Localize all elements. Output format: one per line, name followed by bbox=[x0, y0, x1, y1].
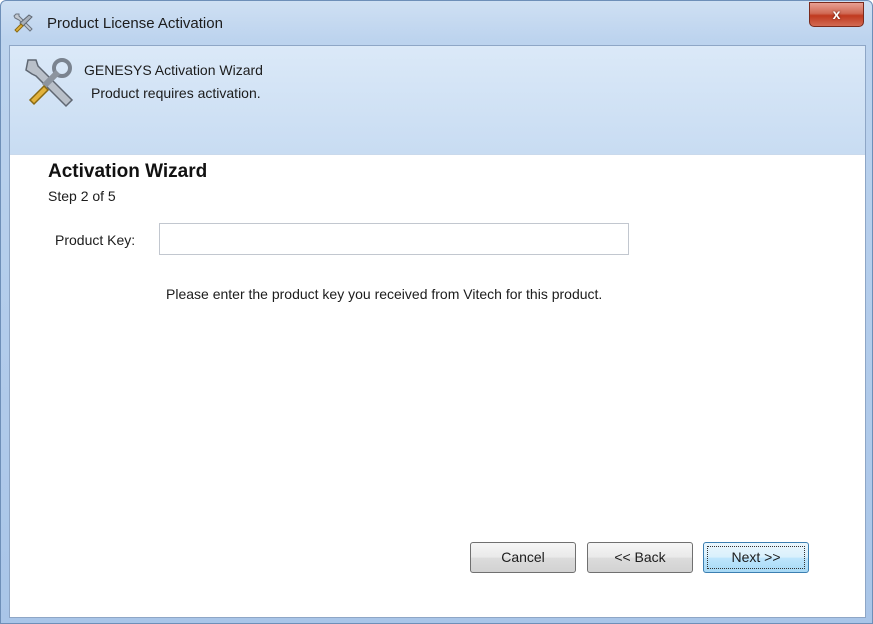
product-key-input[interactable] bbox=[159, 223, 629, 255]
next-button[interactable]: Next >> bbox=[703, 542, 809, 573]
close-icon: x bbox=[832, 6, 841, 22]
activation-window: Product License Activation x GENESYS Act… bbox=[0, 0, 873, 624]
wizard-content: GENESYS Activation Wizard Product requir… bbox=[9, 45, 866, 618]
step-indicator: Step 2 of 5 bbox=[48, 188, 116, 204]
focus-rectangle bbox=[707, 546, 805, 569]
close-button[interactable]: x bbox=[809, 2, 864, 27]
title-bar[interactable]: Product License Activation x bbox=[1, 1, 872, 45]
back-button[interactable]: << Back bbox=[587, 542, 693, 573]
product-key-label: Product Key: bbox=[55, 232, 136, 248]
header-banner: GENESYS Activation Wizard Product requir… bbox=[10, 46, 865, 155]
banner-subtitle: Product requires activation. bbox=[91, 85, 261, 101]
window-title: Product License Activation bbox=[47, 15, 223, 32]
tools-icon bbox=[13, 13, 33, 33]
product-key-hint: Please enter the product key you receive… bbox=[166, 286, 603, 302]
wizard-heading: Activation Wizard bbox=[48, 161, 208, 182]
tools-icon bbox=[25, 58, 74, 108]
cancel-button[interactable]: Cancel bbox=[470, 542, 576, 573]
banner-title: GENESYS Activation Wizard bbox=[84, 62, 263, 78]
